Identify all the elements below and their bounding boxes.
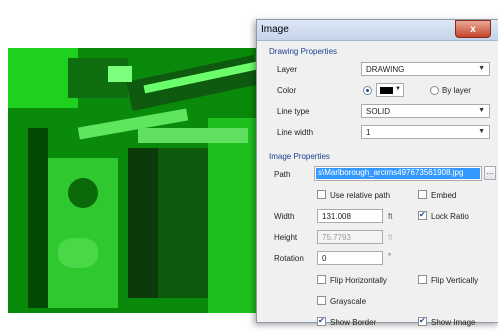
grayscale-checkbox[interactable] <box>317 296 326 305</box>
width-label: Width <box>274 212 295 221</box>
lock-ratio-checkbox[interactable] <box>418 210 427 220</box>
color-swatch <box>380 87 393 94</box>
path-value: s\Marlborough_arcims497673561908.jpg <box>316 168 480 179</box>
width-unit: ft <box>388 212 393 221</box>
path-label: Path <box>274 170 291 179</box>
rotation-label: Rotation <box>274 254 304 263</box>
rotation-input[interactable]: 0 <box>317 251 383 265</box>
linetype-value: SOLID <box>366 107 391 116</box>
relative-path-checkbox[interactable] <box>317 190 326 199</box>
width-row: Width 131.008 ft Lock Ratio <box>265 207 491 228</box>
show-border-checkbox[interactable] <box>317 316 326 326</box>
rotation-row: Rotation 0 ° <box>265 249 491 270</box>
close-icon: x <box>470 23 476 35</box>
height-label: Height <box>274 233 298 242</box>
flip-vertically-checkbox[interactable] <box>418 275 427 284</box>
chevron-down-icon: ▼ <box>478 65 485 72</box>
height-value: 75.7793 <box>322 233 351 242</box>
border-image-row: Show Border Show Image <box>265 312 491 333</box>
chevron-down-icon: ▼ <box>478 107 485 114</box>
chevron-down-icon: ▼ <box>478 128 485 135</box>
flip-horizontally-checkbox[interactable] <box>317 275 326 284</box>
layer-select[interactable]: DRAWING ▼ <box>361 62 490 76</box>
layer-value: DRAWING <box>366 65 405 74</box>
linewidth-select[interactable]: 1 ▼ <box>361 125 490 139</box>
color-label: Color <box>277 86 297 95</box>
lock-ratio-label: Lock Ratio <box>431 212 469 221</box>
flip-horizontally-label: Flip Horizontally <box>330 276 387 285</box>
rotation-value: 0 <box>322 254 327 263</box>
by-layer-radio[interactable] <box>430 86 439 95</box>
height-input: 75.7793 <box>317 230 383 244</box>
show-image-label: Show Image <box>431 318 476 327</box>
width-input[interactable]: 131.008 <box>317 209 383 223</box>
image-properties-heading: Image Properties <box>269 152 330 161</box>
browse-button[interactable]: ... <box>484 166 496 180</box>
height-unit: ft <box>388 233 393 242</box>
color-custom-radio[interactable] <box>363 86 372 95</box>
relative-embed-row: Use relative path Embed <box>265 186 491 207</box>
rotation-unit: ° <box>388 252 392 261</box>
path-input[interactable]: s\Marlborough_arcims497673561908.jpg <box>314 166 482 181</box>
show-border-label: Show Border <box>330 318 377 327</box>
embed-checkbox[interactable] <box>418 190 427 199</box>
dialog-titlebar[interactable]: Image x <box>257 20 498 41</box>
linetype-row: Line type SOLID ▼ <box>265 102 491 123</box>
embed-label: Embed <box>431 191 457 200</box>
by-layer-label: By layer <box>442 86 471 95</box>
linewidth-label: Line width <box>277 128 314 137</box>
chevron-down-icon: ▼ <box>395 86 401 92</box>
close-button[interactable]: x <box>455 20 491 38</box>
relative-path-label: Use relative path <box>330 191 391 200</box>
linewidth-value: 1 <box>366 128 371 137</box>
grayscale-row: Grayscale <box>265 291 491 312</box>
dialog-title: Image <box>261 24 289 35</box>
aerial-image <box>8 48 270 313</box>
layer-row: Layer DRAWING ▼ <box>265 60 491 81</box>
height-row: Height 75.7793 ft <box>265 228 491 249</box>
path-row: Path s\Marlborough_arcims497673561908.jp… <box>265 165 496 186</box>
layer-label: Layer <box>277 65 298 74</box>
show-image-checkbox[interactable] <box>418 316 427 326</box>
flip-row: Flip Horizontally Flip Vertically <box>265 270 491 291</box>
linetype-select[interactable]: SOLID ▼ <box>361 104 490 118</box>
linetype-label: Line type <box>277 107 310 116</box>
drawing-properties-heading: Drawing Properties <box>269 47 338 56</box>
flip-vertically-label: Flip Vertically <box>431 276 479 285</box>
linewidth-row: Line width 1 ▼ <box>265 123 491 144</box>
color-picker-button[interactable]: ▼ <box>376 83 404 97</box>
color-row: Color ▼ By layer <box>265 81 491 102</box>
image-dialog: Image x Drawing Properties Layer DRAWING… <box>256 19 498 327</box>
width-value: 131.008 <box>322 212 351 221</box>
grayscale-label: Grayscale <box>330 297 367 306</box>
